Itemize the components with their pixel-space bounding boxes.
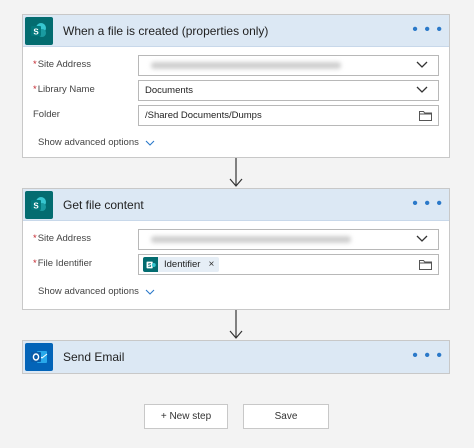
down-arrow-icon — [229, 158, 243, 187]
chevron-down-icon — [416, 235, 428, 242]
show-advanced-options-label: Show advanced options — [38, 286, 139, 297]
sharepoint-icon: S — [143, 257, 158, 272]
chevron-down-icon — [416, 61, 428, 68]
site-address-row: *Site Address — [33, 53, 439, 77]
show-advanced-options-link[interactable]: Show advanced options — [38, 286, 439, 297]
svg-text:S: S — [33, 28, 39, 37]
show-advanced-options-label: Show advanced options — [38, 137, 139, 148]
get-file-content-card: S Get file content • • • *Site Address *… — [22, 188, 450, 310]
redacted-site-address — [151, 62, 341, 69]
new-step-button[interactable]: + New step — [144, 404, 228, 429]
show-advanced-options-link[interactable]: Show advanced options — [38, 137, 439, 148]
required-marker: * — [33, 233, 37, 244]
site-address-row: *Site Address — [33, 227, 439, 251]
outlook-icon — [25, 343, 53, 371]
folder-icon[interactable] — [419, 259, 432, 270]
trigger-card-header[interactable]: S When a file is created (properties onl… — [23, 15, 449, 47]
trigger-menu-icon[interactable]: • • • — [412, 15, 443, 45]
sharepoint-icon: S — [25, 191, 53, 219]
library-name-row: *Library Name Documents — [33, 78, 439, 102]
chevron-down-icon — [416, 86, 428, 93]
required-marker: * — [33, 59, 37, 70]
send-email-menu-icon[interactable]: • • • — [412, 341, 443, 371]
site-address-dropdown[interactable] — [138, 229, 439, 250]
identifier-token[interactable]: S Identifier × — [143, 255, 220, 274]
required-marker: * — [33, 258, 37, 269]
folder-row: Folder /Shared Documents/Dumps — [33, 103, 439, 127]
sharepoint-icon: S — [25, 17, 53, 45]
library-name-dropdown[interactable]: Documents — [138, 80, 439, 101]
get-file-content-menu-icon[interactable]: • • • — [412, 189, 443, 219]
svg-text:S: S — [33, 202, 39, 211]
chevron-down-icon — [145, 289, 155, 295]
site-address-dropdown[interactable] — [138, 55, 439, 76]
folder-icon[interactable] — [419, 110, 432, 121]
file-identifier-label: File Identifier — [37, 258, 93, 269]
required-marker: * — [33, 84, 37, 95]
redacted-site-address — [151, 236, 351, 243]
trigger-card: S When a file is created (properties onl… — [22, 14, 450, 158]
folder-input[interactable]: /Shared Documents/Dumps — [138, 105, 439, 126]
file-identifier-input[interactable]: S Identifier × — [138, 254, 439, 275]
send-email-header[interactable]: Send Email • • • — [23, 341, 449, 373]
get-file-content-title: Get file content — [63, 198, 144, 212]
save-button[interactable]: Save — [243, 404, 329, 429]
file-identifier-row: *File Identifier S Identifier × — [33, 252, 439, 276]
send-email-card[interactable]: Send Email • • • — [22, 340, 450, 374]
folder-label: Folder — [33, 109, 60, 120]
library-name-label: Library Name — [37, 84, 95, 95]
remove-token-icon[interactable]: × — [208, 255, 214, 274]
chevron-down-icon — [145, 140, 155, 146]
site-address-label: Site Address — [37, 59, 92, 70]
send-email-title: Send Email — [63, 350, 125, 364]
identifier-token-label: Identifier — [164, 259, 201, 270]
get-file-content-header[interactable]: S Get file content • • • — [23, 189, 449, 221]
trigger-title: When a file is created (properties only) — [63, 24, 269, 38]
site-address-label: Site Address — [37, 233, 92, 244]
folder-value: /Shared Documents/Dumps — [145, 110, 262, 121]
down-arrow-icon — [229, 310, 243, 339]
library-name-value: Documents — [145, 85, 194, 96]
